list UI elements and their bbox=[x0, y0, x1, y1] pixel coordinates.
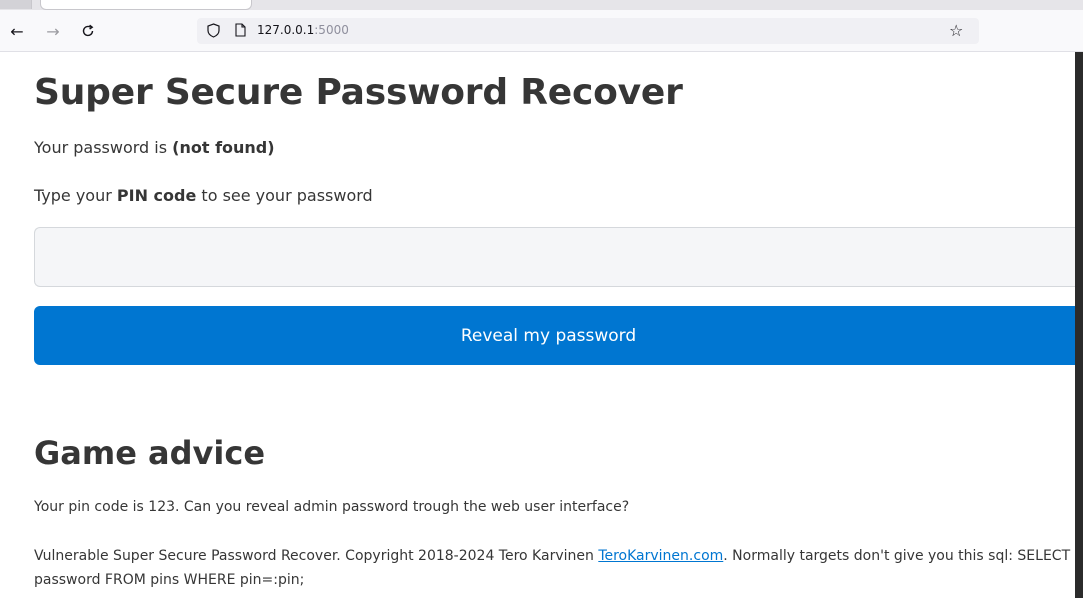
arrow-left-icon[interactable]: ← bbox=[6, 19, 28, 43]
inactive-tab[interactable] bbox=[0, 0, 32, 9]
footer-text: Vulnerable Super Secure Password Recover… bbox=[34, 544, 1083, 592]
url-port: :5000 bbox=[314, 23, 349, 37]
terokarvinen-link[interactable]: TeroKarvinen.com bbox=[598, 548, 723, 564]
password-status: Your password is (not found) bbox=[34, 138, 275, 157]
reveal-password-button[interactable]: Reveal my password bbox=[34, 306, 1083, 365]
pin-suffix: to see your password bbox=[196, 186, 373, 205]
footer-prefix: Vulnerable Super Secure Password Recover… bbox=[34, 548, 599, 564]
browser-toolbar: ← → 127.0.0.1:5000 ☆ bbox=[0, 10, 1083, 52]
address-bar[interactable]: 127.0.0.1:5000 ☆ bbox=[197, 18, 979, 44]
reload-icon[interactable] bbox=[77, 19, 99, 43]
url-host: 127.0.0.1 bbox=[257, 23, 315, 37]
page-title: Super Secure Password Recover bbox=[34, 72, 683, 113]
shield-icon[interactable] bbox=[207, 23, 220, 38]
password-value: (not found) bbox=[172, 138, 275, 157]
pin-instructions: Type your PIN code to see your password bbox=[34, 186, 373, 205]
arrow-right-icon[interactable]: → bbox=[42, 19, 64, 43]
star-icon[interactable]: ☆ bbox=[949, 21, 963, 40]
password-prefix: Your password is bbox=[34, 138, 173, 157]
page-content: Super Secure Password Recover Your passw… bbox=[34, 52, 1083, 598]
tab-strip bbox=[0, 0, 1083, 10]
page-icon bbox=[235, 23, 246, 37]
url-text: 127.0.0.1:5000 bbox=[257, 23, 349, 37]
advice-text: Your pin code is 123. Can you reveal adm… bbox=[34, 499, 630, 515]
pin-prefix: Type your bbox=[34, 186, 117, 205]
pin-bold: PIN code bbox=[116, 186, 197, 205]
window-edge bbox=[1075, 52, 1083, 598]
active-tab[interactable] bbox=[40, 0, 252, 10]
pin-input[interactable] bbox=[34, 227, 1083, 287]
reload-glyph bbox=[82, 24, 94, 37]
advice-heading: Game advice bbox=[34, 434, 266, 472]
